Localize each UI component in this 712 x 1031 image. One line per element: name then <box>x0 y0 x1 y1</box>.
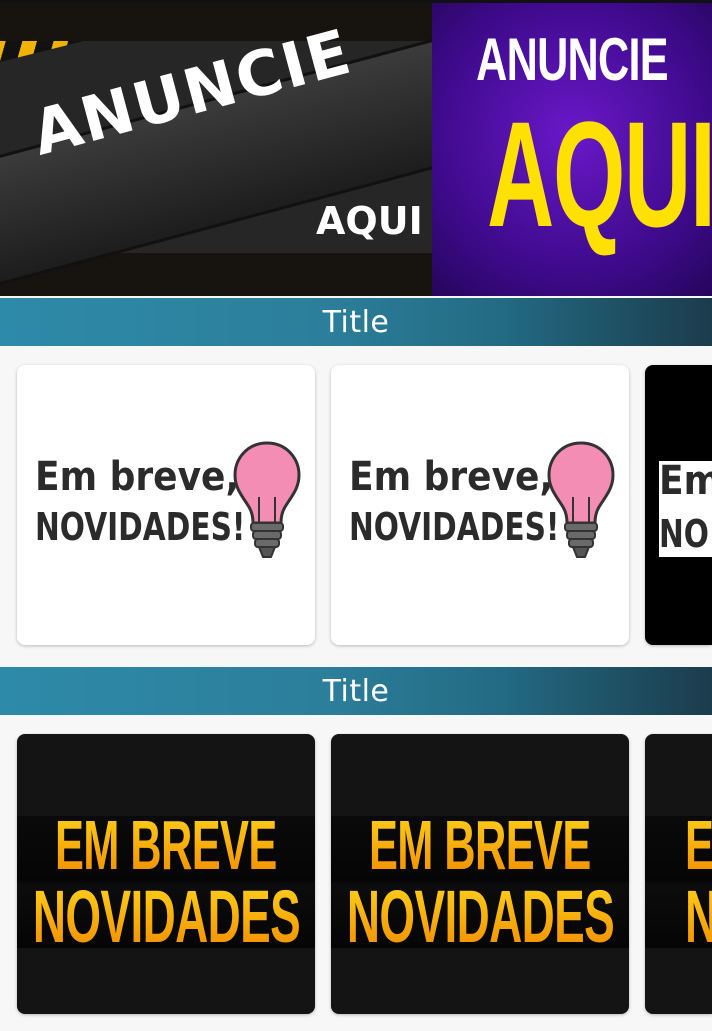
card-banner: E N <box>645 810 712 954</box>
card-line2: novidades! <box>349 505 560 549</box>
section-header: Title <box>0 667 712 715</box>
ad-subline: AQUI <box>316 199 423 243</box>
card-line2: NO <box>659 512 710 556</box>
ad-banner-anuncie-aqui[interactable]: ANUNCIE AQUI <box>0 3 432 296</box>
ad-banner-purple[interactable]: ANUNCIE AQUI <box>432 3 712 296</box>
ad-banner-row: ANUNCIE AQUI ANUNCIE AQUI <box>0 3 712 296</box>
card-banner: EM BREVE NOVIDADES <box>331 810 629 954</box>
lightbulb-icon <box>233 441 301 558</box>
lightbulb-icon <box>547 441 615 558</box>
ad-headline: ANUNCIE <box>476 26 668 93</box>
news-card[interactable]: E N <box>645 734 712 1014</box>
card-line1: E <box>685 806 712 884</box>
section-title: Title <box>322 673 390 709</box>
card-text: Em NO <box>659 461 712 557</box>
screen: ANUNCIE AQUI ANUNCIE AQUI Title Em breve… <box>0 0 712 1031</box>
card-line1: Em <box>659 458 712 504</box>
card-line1: EM BREVE <box>55 806 277 884</box>
card-banner: EM BREVE NOVIDADES <box>17 810 315 954</box>
card-line2: NOVIDADES <box>32 875 300 958</box>
news-card[interactable]: EM BREVE NOVIDADES <box>17 734 315 1014</box>
section-title: Title <box>322 304 390 340</box>
card-line2: novidades! <box>35 505 246 549</box>
news-card[interactable]: Em NO <box>645 365 712 645</box>
ad-subline: AQUI <box>487 90 712 258</box>
section-header: Title <box>0 298 712 346</box>
card-line1: EM BREVE <box>369 806 591 884</box>
news-card[interactable]: Em breve, novidades! <box>17 365 315 645</box>
card-line2: NOVIDADES <box>346 875 614 958</box>
card-line2: N <box>685 880 712 954</box>
news-card[interactable]: Em breve, novidades! <box>331 365 629 645</box>
news-card[interactable]: EM BREVE NOVIDADES <box>331 734 629 1014</box>
